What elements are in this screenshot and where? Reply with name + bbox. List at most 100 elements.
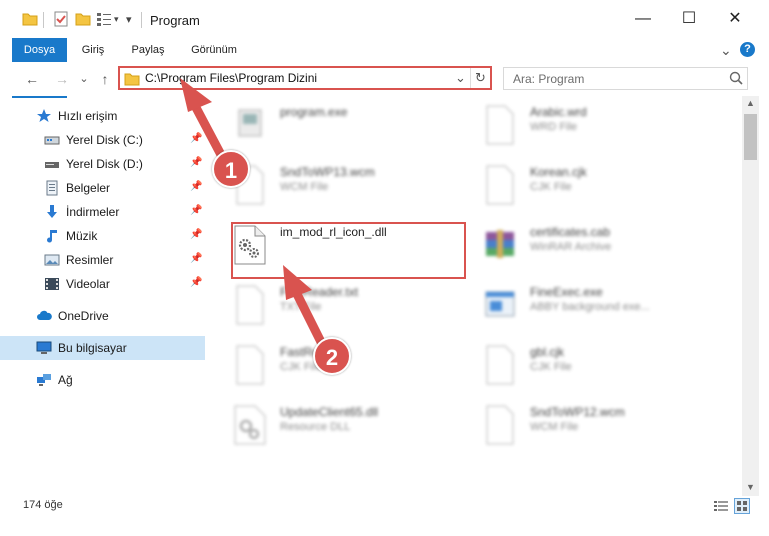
file-item-certificates-cab[interactable]: certificates.cab WinRAR Archive bbox=[465, 216, 715, 276]
search-icon bbox=[729, 71, 743, 88]
ribbon-expand-icon[interactable]: ⌄ bbox=[720, 40, 732, 60]
sidebar-item-music[interactable]: Müzik 📌 bbox=[0, 224, 205, 248]
address-path: C:\Program Files\Program Dizini bbox=[145, 71, 318, 85]
vertical-scrollbar[interactable]: ▲ ▼ bbox=[742, 96, 759, 496]
tab-share[interactable]: Paylaş bbox=[123, 38, 173, 62]
address-dropdown-icon[interactable]: ⌄ bbox=[455, 70, 466, 86]
sidebar-item-label: Ağ bbox=[58, 373, 73, 387]
sidebar-item-pictures[interactable]: Resimler 📌 bbox=[0, 248, 205, 272]
file-name: SndToWP13.wcm bbox=[280, 165, 375, 179]
star-icon bbox=[36, 108, 52, 124]
sidebar-item-onedrive[interactable]: OneDrive bbox=[0, 304, 205, 328]
customize-qa-icon[interactable]: ▾ bbox=[126, 13, 132, 31]
blank-file-icon bbox=[233, 344, 267, 386]
sidebar-item-label: Belgeler bbox=[66, 181, 111, 195]
file-item-fineexec-exe[interactable]: FineExec.exe ABBY background exe... bbox=[465, 276, 715, 336]
tab-home[interactable]: Giriş bbox=[73, 38, 113, 62]
blank-file-icon bbox=[483, 104, 517, 146]
pin-icon[interactable]: 📌 bbox=[190, 253, 202, 264]
details-view-icon[interactable] bbox=[714, 500, 728, 515]
tab-view[interactable]: Görünüm bbox=[183, 38, 245, 62]
pin-icon[interactable]: 📌 bbox=[190, 157, 202, 168]
videos-icon bbox=[44, 276, 60, 292]
sidebar-item-label: Yerel Disk (D:) bbox=[66, 157, 143, 171]
sidebar-item-label: Hızlı erişim bbox=[58, 109, 118, 123]
divider bbox=[141, 12, 142, 28]
pin-icon[interactable]: 📌 bbox=[190, 229, 202, 240]
sidebar-item-videos[interactable]: Videolar 📌 bbox=[0, 272, 205, 296]
pin-icon[interactable]: 📌 bbox=[190, 277, 202, 288]
sidebar-item-quick-access[interactable]: Hızlı erişim bbox=[0, 104, 205, 128]
sidebar-item-this-pc[interactable]: Bu bilgisayar bbox=[0, 336, 205, 360]
sidebar-item-network[interactable]: Ağ bbox=[0, 368, 205, 392]
folder-icon[interactable] bbox=[22, 11, 38, 29]
sidebar-item-label: Bu bilgisayar bbox=[58, 341, 127, 355]
file-name: UpdateClient65.dll bbox=[280, 405, 379, 419]
file-name: SndToWP12.wcm bbox=[530, 405, 625, 419]
pin-icon[interactable]: 📌 bbox=[190, 205, 202, 216]
scroll-down-icon[interactable]: ▼ bbox=[746, 482, 755, 492]
file-name: program.exe bbox=[280, 105, 348, 119]
sidebar-item-local-disk-c[interactable]: Yerel Disk (C:) 📌 bbox=[0, 128, 205, 152]
up-button[interactable]: ↑ bbox=[95, 69, 115, 89]
scrollbar-thumb[interactable] bbox=[744, 114, 757, 160]
blank-file-icon bbox=[233, 284, 267, 326]
ribbon: Dosya Giriş Paylaş Görünüm ⌄ ? bbox=[0, 38, 769, 98]
recent-locations-button[interactable]: ⌄ bbox=[74, 69, 94, 89]
pin-icon[interactable]: 📌 bbox=[190, 181, 202, 192]
file-item-korean-cjk[interactable]: Korean.cjk CJK File bbox=[465, 156, 715, 216]
download-icon bbox=[44, 204, 60, 220]
step-badge-1: 1 bbox=[212, 150, 250, 188]
file-item-program-exe[interactable]: program.exe bbox=[215, 96, 465, 156]
highlight-box-dll bbox=[231, 222, 466, 279]
winrar-icon bbox=[483, 224, 517, 266]
forward-button[interactable]: → bbox=[52, 69, 72, 89]
search-input[interactable]: Ara: Program bbox=[503, 67, 748, 90]
drive-icon bbox=[44, 132, 60, 148]
file-type: CJK File bbox=[530, 361, 572, 373]
file-type: Resource DLL bbox=[280, 421, 351, 433]
back-button[interactable]: ← bbox=[22, 69, 42, 89]
help-icon[interactable]: ? bbox=[740, 42, 755, 57]
music-icon bbox=[44, 228, 60, 244]
file-type: ABBY background exe... bbox=[530, 301, 650, 313]
file-item-finereader-txt[interactable]: FineReader.txt TXT File bbox=[215, 276, 465, 336]
new-folder-icon[interactable] bbox=[75, 11, 91, 29]
maximize-button[interactable]: ☐ bbox=[666, 0, 712, 38]
view-icon[interactable] bbox=[96, 11, 112, 29]
close-button[interactable]: ✕ bbox=[712, 0, 758, 38]
file-item-sndtowp12[interactable]: SndToWP12.wcm WCM File bbox=[465, 396, 715, 456]
minimize-button[interactable]: — bbox=[620, 0, 666, 38]
address-bar[interactable]: C:\Program Files\Program Dizini ⌄ ↻ bbox=[118, 66, 492, 90]
scroll-up-icon[interactable]: ▲ bbox=[746, 98, 755, 108]
sidebar-item-label: Resimler bbox=[66, 253, 114, 267]
file-name: gbl.cjk bbox=[530, 345, 565, 359]
file-name: certificates.cab bbox=[530, 225, 611, 239]
file-type: WCM File bbox=[280, 181, 329, 193]
file-item-arabic-wrd[interactable]: Arabic.wrd WRD File bbox=[465, 96, 715, 156]
file-type: TXT File bbox=[280, 301, 322, 313]
file-type: CJK File bbox=[530, 181, 572, 193]
file-type: WinRAR Archive bbox=[530, 241, 612, 253]
properties-icon[interactable] bbox=[53, 11, 69, 29]
sidebar-item-label: Yerel Disk (C:) bbox=[66, 133, 143, 147]
title-bar: ▾ ▾ Program — ☐ ✕ bbox=[0, 0, 769, 38]
computer-icon bbox=[36, 340, 52, 356]
file-item-updateclient65-dll[interactable]: UpdateClient65.dll Resource DLL bbox=[215, 396, 465, 456]
sidebar-item-documents[interactable]: Belgeler 📌 bbox=[0, 176, 205, 200]
sidebar-item-label: Müzik bbox=[66, 229, 98, 243]
pin-icon[interactable]: 📌 bbox=[190, 133, 202, 144]
dll-gear-icon bbox=[233, 404, 267, 446]
file-name: Arabic.wrd bbox=[530, 105, 587, 119]
sidebar-item-local-disk-d[interactable]: Yerel Disk (D:) 📌 bbox=[0, 152, 205, 176]
refresh-button[interactable]: ↻ bbox=[475, 70, 486, 86]
qa-dropdown-icon[interactable]: ▾ bbox=[114, 14, 119, 32]
exe-icon bbox=[233, 104, 267, 146]
file-item-gbl-cjk[interactable]: gbl.cjk CJK File bbox=[465, 336, 715, 396]
large-icons-view-icon[interactable] bbox=[734, 498, 750, 514]
file-name: FineExec.exe bbox=[530, 285, 603, 299]
sidebar-item-downloads[interactable]: İndirmeler 📌 bbox=[0, 200, 205, 224]
file-item-sndtowp13[interactable]: SndToWP13.wcm WCM File bbox=[215, 156, 465, 216]
app-window-icon bbox=[483, 284, 517, 326]
file-name: FineReader.txt bbox=[280, 285, 359, 299]
